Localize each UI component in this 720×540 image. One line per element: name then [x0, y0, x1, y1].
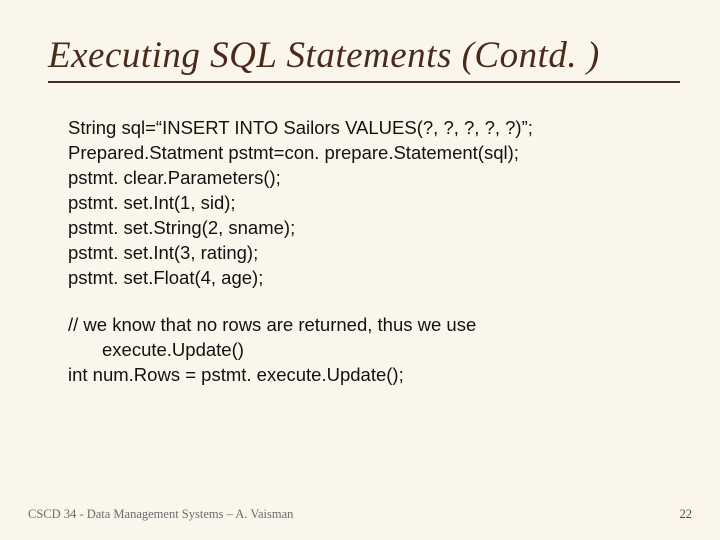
slide-body: String sql=“INSERT INTO Sailors VALUES(?…	[68, 116, 672, 388]
comment-line-1: // we know that no rows are returned, th…	[68, 313, 672, 338]
footer-text: CSCD 34 - Data Management Systems – A. V…	[28, 507, 293, 522]
code-line-5: pstmt. set.String(2, sname);	[68, 216, 672, 241]
page-number: 22	[680, 507, 693, 522]
slide-title: Executing SQL Statements (Contd. )	[48, 34, 680, 83]
code-line-3: pstmt. clear.Parameters();	[68, 166, 672, 191]
slide: Executing SQL Statements (Contd. ) Strin…	[0, 0, 720, 540]
code-line-1: String sql=“INSERT INTO Sailors VALUES(?…	[68, 116, 672, 141]
spacer	[68, 291, 672, 313]
code-line-2: Prepared.Statment pstmt=con. prepare.Sta…	[68, 141, 672, 166]
comment-line-1b: execute.Update()	[68, 338, 672, 363]
code-line-9: int num.Rows = pstmt. execute.Update();	[68, 363, 672, 388]
code-line-4: pstmt. set.Int(1, sid);	[68, 191, 672, 216]
code-line-6: pstmt. set.Int(3, rating);	[68, 241, 672, 266]
code-line-7: pstmt. set.Float(4, age);	[68, 266, 672, 291]
